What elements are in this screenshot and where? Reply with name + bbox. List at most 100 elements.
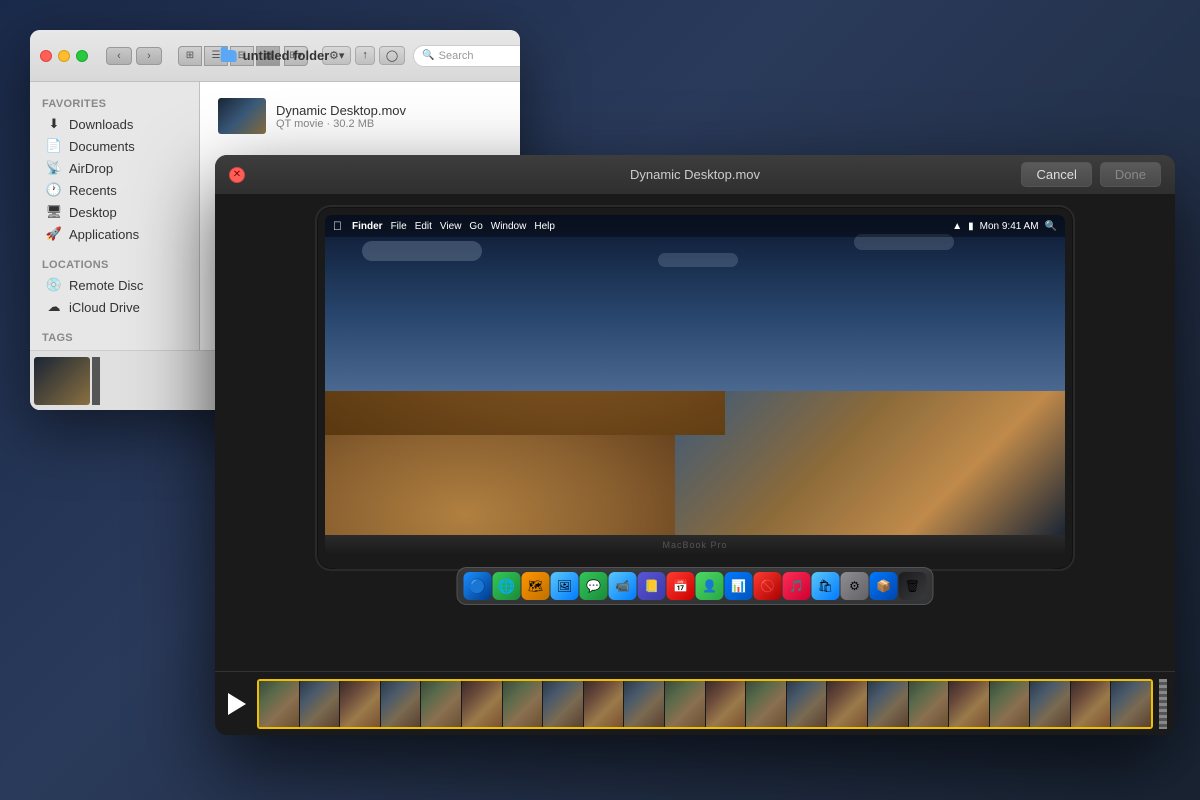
- film-frame: [503, 681, 543, 727]
- gallery-thumb-1: [34, 357, 90, 405]
- menubar-right: ▲ ▮ Mon 9:41 AM 🔍: [952, 221, 1057, 232]
- film-frame: [909, 681, 949, 727]
- preview-close-button[interactable]: ✕: [229, 167, 245, 183]
- maximize-button[interactable]: [76, 50, 88, 62]
- preview-titlebar: ✕ Dynamic Desktop.mov Cancel Done: [215, 155, 1175, 195]
- gallery-thumb-divider: [92, 357, 100, 405]
- disc-icon: 💿: [46, 277, 62, 293]
- filmstrip[interactable]: [257, 679, 1153, 729]
- menubar-help: Help: [534, 221, 555, 232]
- share-button[interactable]: ↑: [355, 46, 375, 65]
- forward-button[interactable]: ›: [136, 47, 162, 65]
- downloads-icon: ⬇: [46, 116, 62, 132]
- sidebar-item-remote-disc[interactable]: 💿 Remote Disc: [34, 274, 195, 296]
- finder-sidebar: Favorites ⬇ Downloads 📄 Documents 📡 AirD…: [30, 82, 200, 350]
- preview-window: ✕ Dynamic Desktop.mov Cancel Done: [215, 155, 1175, 735]
- cloud-1: [362, 241, 482, 261]
- dock-calendar: 📅: [667, 572, 695, 600]
- desktop-icon: 🖥: [46, 204, 62, 220]
- film-frame: [868, 681, 908, 727]
- wifi-icon: ▲: [952, 221, 962, 232]
- macbook-frame:  Finder File Edit View Go Window Help ▲…: [315, 205, 1075, 571]
- film-frame: [300, 681, 340, 727]
- menubar-finder: Finder: [352, 221, 383, 232]
- traffic-lights: [40, 50, 88, 62]
- icloud-icon: ☁: [46, 299, 62, 315]
- dune-right: [325, 435, 675, 535]
- dock-preferences: ⚙: [841, 572, 869, 600]
- film-frame: [543, 681, 583, 727]
- sidebar-label-recents: Recents: [69, 183, 117, 198]
- dock-messages: 💬: [580, 572, 608, 600]
- file-thumbnail: [218, 98, 266, 134]
- search-box[interactable]: 🔍 Search: [413, 45, 520, 67]
- folder-icon: [221, 50, 237, 62]
- dock-news: 🚫: [754, 572, 782, 600]
- sidebar-item-desktop[interactable]: 🖥 Desktop: [34, 201, 195, 223]
- dock: 🔵 🌐 🗺 🖼 💬 📹 📒 📅 👤 📊 🚫 🎵 🛍 ⚙ 📦 🗑: [457, 567, 934, 605]
- tags-section-label: Tags: [30, 326, 199, 347]
- sidebar-item-downloads[interactable]: ⬇ Downloads: [34, 113, 195, 135]
- macbook-label: MacBook Pro: [662, 540, 727, 550]
- dock-numbers: 📊: [725, 572, 753, 600]
- file-item-dynamic-desktop[interactable]: Dynamic Desktop.mov QT movie · 30.2 MB: [210, 92, 510, 140]
- menubar-edit: Edit: [415, 221, 432, 232]
- done-button[interactable]: Done: [1100, 162, 1161, 187]
- sidebar-item-applications[interactable]: 🚀 Applications: [34, 223, 195, 245]
- dock-trash: 🗑: [899, 572, 927, 600]
- dock-appstore: 🛍: [812, 572, 840, 600]
- sidebar-item-icloud-drive[interactable]: ☁ iCloud Drive: [34, 296, 195, 318]
- film-frame: [462, 681, 502, 727]
- sidebar-label-documents: Documents: [69, 139, 135, 154]
- dock-safari: 🌐: [493, 572, 521, 600]
- dock-photos: 🖼: [551, 572, 579, 600]
- recents-icon: 🕐: [46, 182, 62, 198]
- dock-music: 🎵: [783, 572, 811, 600]
- menubar-file: File: [391, 221, 407, 232]
- film-frame: [787, 681, 827, 727]
- film-frame: [421, 681, 461, 727]
- close-button[interactable]: [40, 50, 52, 62]
- clock: Mon 9:41 AM: [980, 221, 1039, 232]
- filmstrip-right-handle[interactable]: [1159, 679, 1167, 729]
- film-frame: [381, 681, 421, 727]
- back-button[interactable]: ‹: [106, 47, 132, 65]
- preview-content:  Finder File Edit View Go Window Help ▲…: [215, 195, 1175, 671]
- finder-titlebar: ‹ › ⊞ ☰ ⊟ ▦ ⊞▾ ⚙▾ ↑ ◯ untitled folder 🔍 …: [30, 30, 520, 82]
- sidebar-item-airdrop[interactable]: 📡 AirDrop: [34, 157, 195, 179]
- search-icon: 🔍: [422, 50, 434, 61]
- macbook-screen:  Finder File Edit View Go Window Help ▲…: [325, 215, 1065, 555]
- filmstrip-bar: [215, 671, 1175, 735]
- film-frame: [259, 681, 299, 727]
- dock-facetime: 📹: [609, 572, 637, 600]
- film-frame: [706, 681, 746, 727]
- finder-nav: ‹ ›: [106, 47, 162, 65]
- dock-finder: 🔵: [464, 572, 492, 600]
- favorites-section-label: Favorites: [30, 92, 199, 113]
- tag-button[interactable]: ◯: [379, 46, 405, 65]
- minimize-button[interactable]: [58, 50, 70, 62]
- dock-folder: 📦: [870, 572, 898, 600]
- apple-menu: : [333, 219, 342, 233]
- cloud-2: [658, 253, 738, 267]
- film-frame: [1030, 681, 1070, 727]
- view-icon-btn[interactable]: ⊞: [178, 46, 202, 66]
- locations-section-label: Locations: [30, 253, 199, 274]
- film-frame: [949, 681, 989, 727]
- sidebar-item-documents[interactable]: 📄 Documents: [34, 135, 195, 157]
- dock-maps: 🗺: [522, 572, 550, 600]
- play-button[interactable]: [223, 690, 251, 718]
- cancel-button[interactable]: Cancel: [1021, 162, 1091, 187]
- film-frame: [990, 681, 1030, 727]
- film-frame: [340, 681, 380, 727]
- sidebar-label-applications: Applications: [69, 227, 139, 242]
- airdrop-icon: 📡: [46, 160, 62, 176]
- film-frame: [665, 681, 705, 727]
- applications-icon: 🚀: [46, 226, 62, 242]
- documents-icon: 📄: [46, 138, 62, 154]
- preview-title: Dynamic Desktop.mov: [630, 167, 760, 182]
- sidebar-label-desktop: Desktop: [69, 205, 117, 220]
- macbook-bottom: MacBook Pro: [325, 535, 1065, 555]
- sidebar-item-recents[interactable]: 🕐 Recents: [34, 179, 195, 201]
- sidebar-label-remote-disc: Remote Disc: [69, 278, 143, 293]
